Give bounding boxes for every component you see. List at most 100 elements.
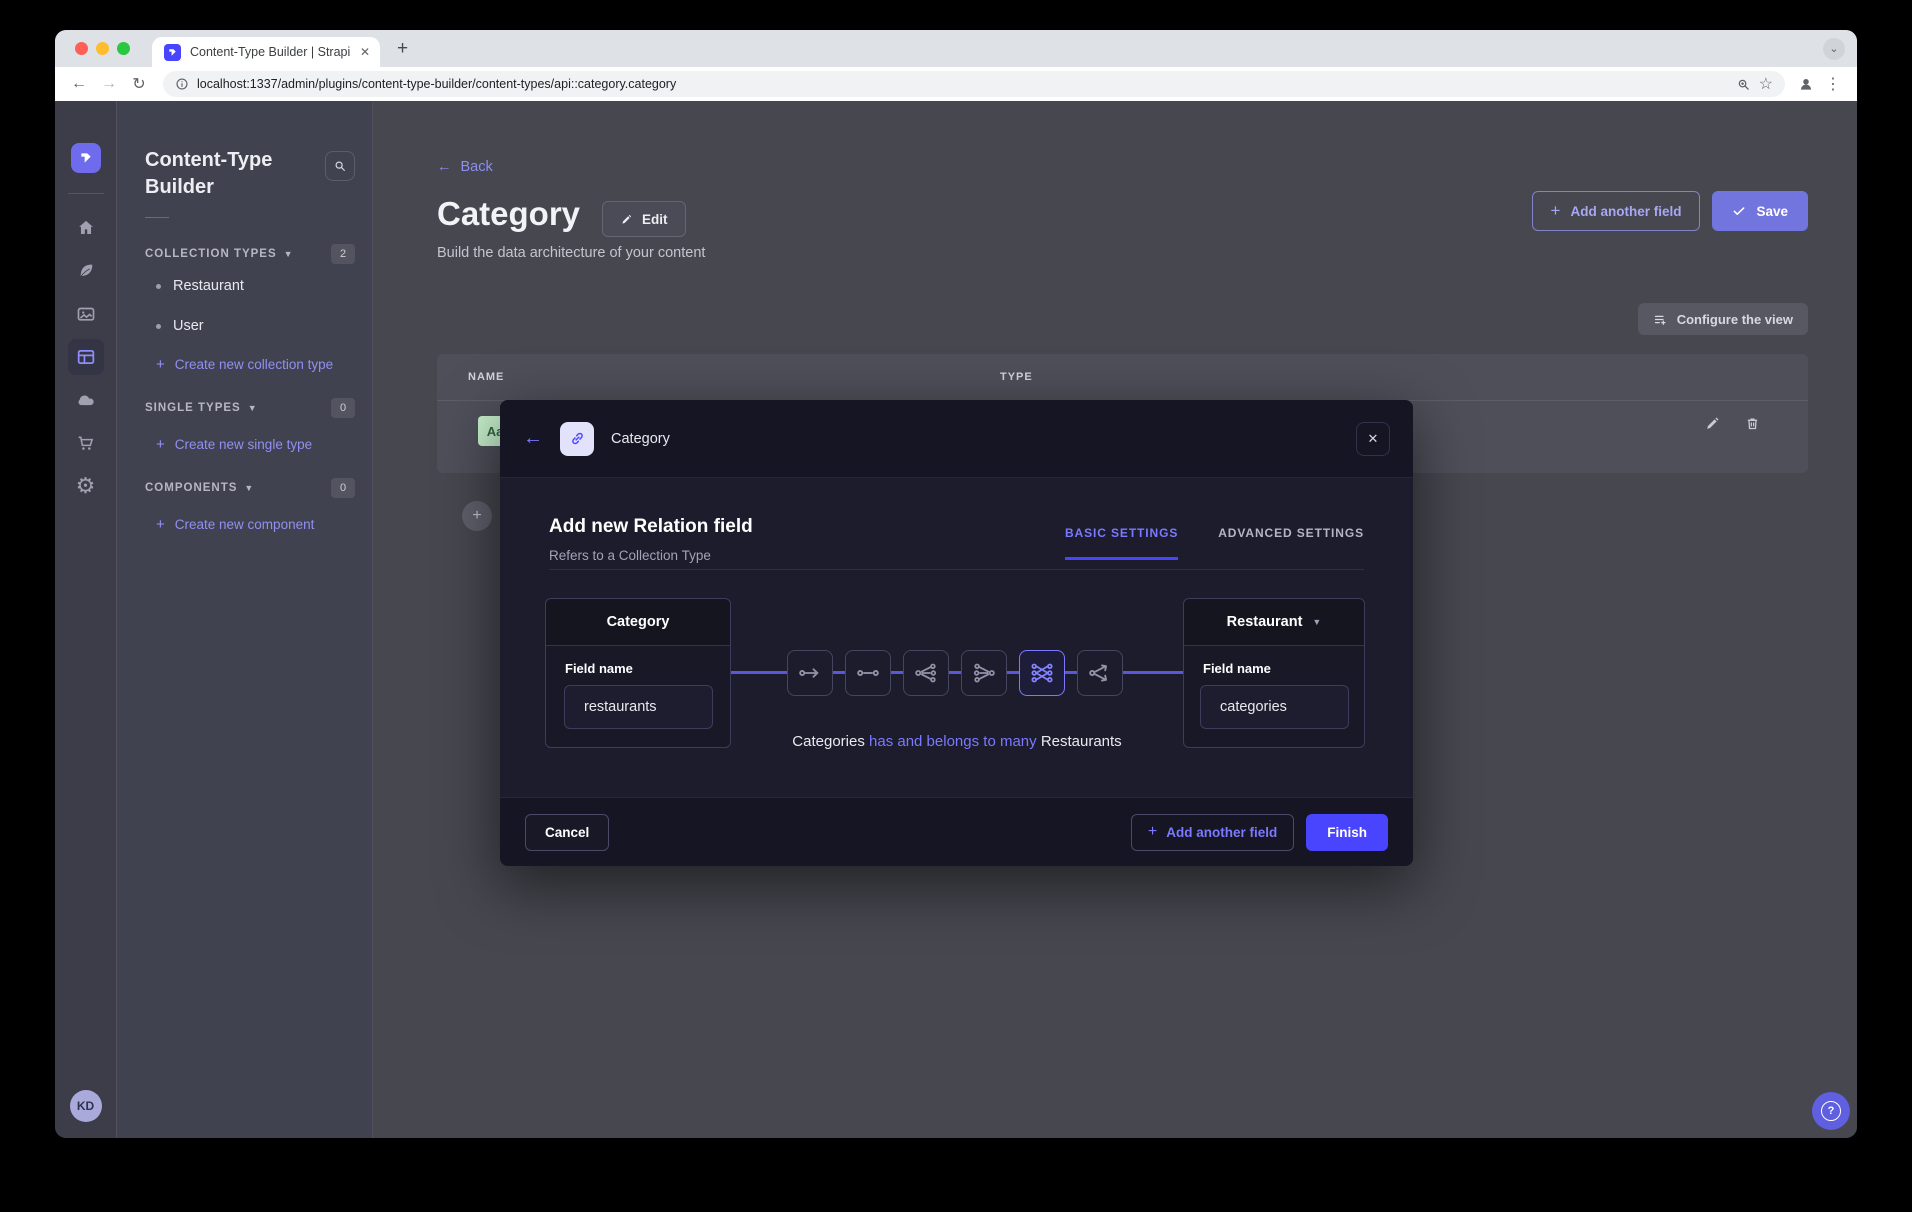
back-link[interactable]: ← Back	[437, 159, 493, 175]
create-single-type-link[interactable]: + Create new single type	[145, 426, 355, 462]
modal-tabs: BASIC SETTINGS ADVANCED SETTINGS	[1065, 526, 1364, 560]
modal-subtitle: Refers to a Collection Type	[549, 548, 711, 563]
tab-search-chevron-icon[interactable]: ⌄	[1823, 38, 1845, 60]
plus-icon: +	[156, 356, 165, 373]
check-icon	[1732, 204, 1746, 218]
strapi-logo[interactable]	[71, 143, 101, 173]
list-settings-icon	[1653, 312, 1668, 327]
plus-icon: +	[156, 436, 165, 453]
zoom-page-icon[interactable]	[1736, 77, 1751, 92]
column-name: NAME	[468, 371, 504, 383]
create-collection-type-link[interactable]: + Create new collection type	[145, 346, 355, 382]
chevron-down-icon: ▼	[248, 403, 257, 413]
bullet-icon	[156, 284, 161, 289]
settings-gear-icon[interactable]: ⚙	[66, 464, 106, 507]
tab-close-icon[interactable]: ✕	[360, 45, 370, 59]
target-dropdown[interactable]: Restaurant ▼	[1184, 599, 1364, 646]
url-text: localhost:1337/admin/plugins/content-typ…	[197, 77, 1728, 91]
section-components[interactable]: COMPONENTS ▼ 0	[145, 476, 355, 500]
create-component-link[interactable]: + Create new component	[145, 506, 355, 542]
edit-button[interactable]: Edit	[602, 201, 686, 237]
target-field-label: Field name	[1203, 661, 1271, 676]
section-collection-types[interactable]: COLLECTION TYPES ▼ 2	[145, 242, 355, 266]
modal-breadcrumb: Category	[611, 431, 670, 447]
tab-title: Content-Type Builder | Strapi	[190, 45, 352, 59]
bookmark-star-icon[interactable]: ☆	[1759, 74, 1773, 94]
new-tab-button[interactable]: +	[397, 38, 408, 60]
search-button[interactable]	[325, 151, 355, 181]
tab-basic-settings[interactable]: BASIC SETTINGS	[1065, 526, 1178, 560]
tabs-divider	[549, 569, 1364, 570]
close-window-button[interactable]	[75, 42, 88, 55]
modal-header: ← Category ✕	[500, 400, 1413, 478]
source-field-input[interactable]	[564, 685, 713, 729]
browser-menu-icon[interactable]: ⋮	[1821, 74, 1845, 94]
source-card: Category Field name	[545, 598, 731, 748]
relation-one-to-one-icon[interactable]	[845, 650, 891, 696]
configure-view-button[interactable]: Configure the view	[1638, 303, 1808, 335]
tab-advanced-settings[interactable]: ADVANCED SETTINGS	[1218, 526, 1364, 560]
marketplace-cart-icon[interactable]	[66, 421, 106, 464]
plugin-sidebar: Content-Type Builder COLLECTION TYPES ▼ …	[117, 101, 373, 1138]
relation-one-way-icon[interactable]	[787, 650, 833, 696]
chevron-down-icon: ▼	[284, 249, 293, 259]
sidebar-divider	[145, 217, 169, 218]
relation-many-to-one-icon[interactable]	[961, 650, 1007, 696]
relation-many-way-icon[interactable]	[1077, 650, 1123, 696]
plus-icon: +	[1148, 823, 1157, 841]
sidebar-item-user[interactable]: User	[145, 306, 355, 346]
plus-circle-icon[interactable]: +	[462, 501, 492, 531]
target-field-input[interactable]	[1200, 685, 1349, 729]
section-single-types[interactable]: SINGLE TYPES ▼ 0	[145, 396, 355, 420]
minimize-window-button[interactable]	[96, 42, 109, 55]
modal-body: Add new Relation field Refers to a Colle…	[500, 478, 1413, 797]
relation-sentence: Categories has and belongs to many Resta…	[731, 733, 1183, 750]
browser-window: Content-Type Builder | Strapi ✕ + ⌄ ← → …	[55, 30, 1857, 1138]
help-button[interactable]: ?	[1812, 1092, 1850, 1130]
chevron-down-icon: ▼	[244, 483, 253, 493]
media-library-icon[interactable]	[66, 292, 106, 335]
strapi-favicon-icon	[164, 44, 181, 61]
delete-field-icon[interactable]	[1744, 415, 1761, 432]
single-types-count-badge: 0	[331, 398, 355, 418]
content-manager-feather-icon[interactable]	[66, 249, 106, 292]
cancel-button[interactable]: Cancel	[525, 814, 609, 851]
back-nav-icon[interactable]: ←	[67, 75, 91, 93]
tab-strip: Content-Type Builder | Strapi ✕ + ⌄	[55, 30, 1857, 67]
chevron-down-icon: ▼	[1312, 617, 1321, 627]
relation-one-to-many-icon[interactable]	[903, 650, 949, 696]
add-relation-modal: ← Category ✕ Add new Relation field Refe…	[500, 400, 1413, 866]
modal-title: Add new Relation field	[549, 516, 753, 538]
save-button[interactable]: Save	[1712, 191, 1808, 231]
profile-icon[interactable]	[1797, 75, 1815, 93]
finish-button[interactable]: Finish	[1306, 814, 1388, 851]
source-field-label: Field name	[565, 661, 633, 676]
sidebar-item-restaurant[interactable]: Restaurant	[145, 266, 355, 306]
modal-close-icon[interactable]: ✕	[1356, 422, 1390, 456]
edit-field-icon[interactable]	[1704, 415, 1721, 432]
relation-many-to-many-icon[interactable]	[1019, 650, 1065, 696]
target-card: Restaurant ▼ Field name	[1183, 598, 1365, 748]
reload-icon[interactable]: ↻	[127, 74, 151, 94]
column-type: TYPE	[1000, 371, 1033, 383]
browser-toolbar: ← → ↻ localhost:1337/admin/plugins/conte…	[55, 67, 1857, 101]
forward-nav-icon[interactable]: →	[97, 75, 121, 93]
browser-tab[interactable]: Content-Type Builder | Strapi ✕	[152, 37, 380, 67]
site-info-icon[interactable]	[175, 77, 189, 91]
components-count-badge: 0	[331, 478, 355, 498]
content-type-builder-icon[interactable]	[66, 335, 106, 378]
collection-types-count-badge: 2	[331, 244, 355, 264]
cloud-icon[interactable]	[66, 378, 106, 421]
page-subtitle: Build the data architecture of your cont…	[437, 245, 705, 261]
sidebar-title: Content-Type Builder	[145, 147, 285, 201]
address-bar[interactable]: localhost:1337/admin/plugins/content-typ…	[163, 71, 1785, 97]
modal-back-icon[interactable]: ←	[523, 427, 543, 450]
user-avatar[interactable]: KD	[70, 1090, 102, 1122]
modal-add-another-field-button[interactable]: + Add another field	[1131, 814, 1294, 851]
maximize-window-button[interactable]	[117, 42, 130, 55]
plus-icon: +	[1551, 201, 1561, 221]
home-icon[interactable]	[66, 206, 106, 249]
window-controls	[75, 42, 130, 55]
add-another-field-button[interactable]: + Add another field	[1532, 191, 1701, 231]
table-header: NAME TYPE	[437, 354, 1808, 401]
